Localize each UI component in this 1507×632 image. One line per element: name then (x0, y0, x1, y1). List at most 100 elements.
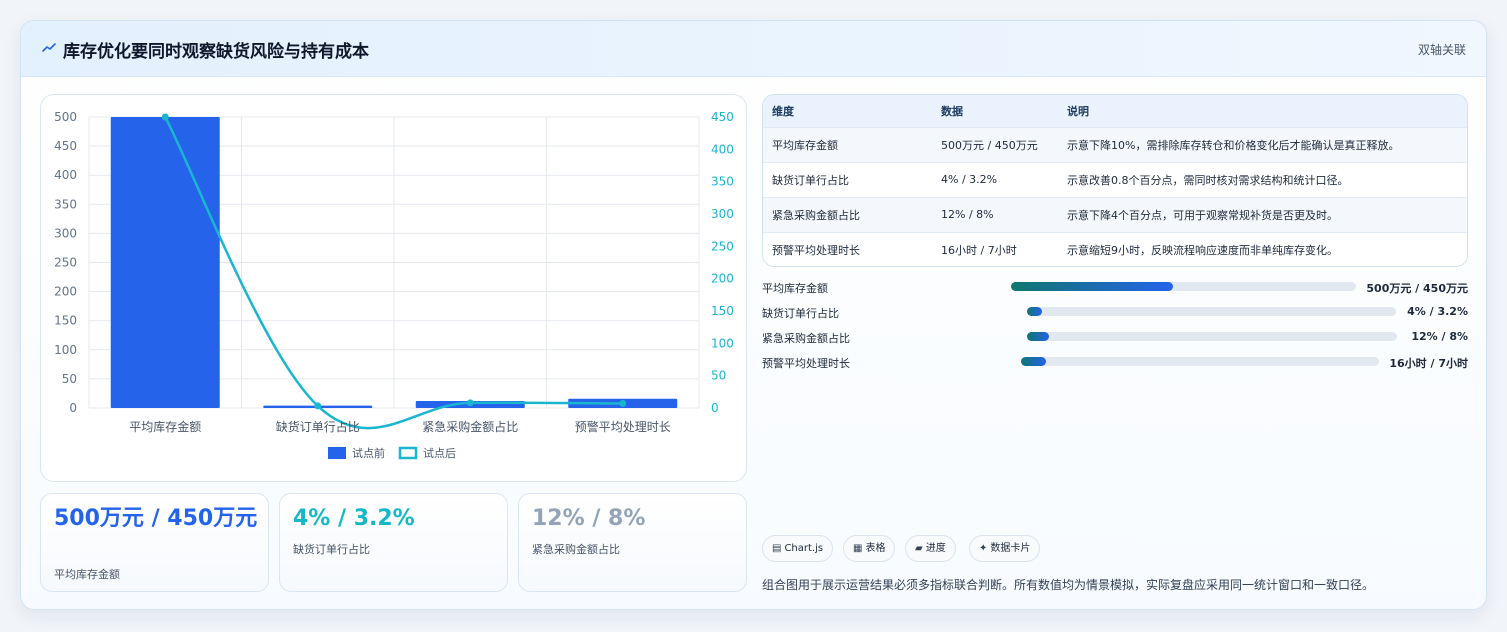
data-table: 维度 数据 说明 平均库存金额 500万元 / 450万元 示意下降10%，需排… (762, 94, 1468, 267)
table-row: 平均库存金额 500万元 / 450万元 示意下降10%，需排除库存转仓和价格变… (763, 127, 1467, 162)
line-point (466, 399, 474, 407)
table-cell: 4% / 3.2% (941, 173, 998, 186)
progress-row: 缺货订单行占比 4% / 3.2% (762, 302, 1468, 322)
table-cell: 预警平均处理时长 (772, 243, 860, 257)
progress-value: 4% / 3.2% (1407, 305, 1468, 318)
y-right-tick-label: 400 (711, 142, 734, 156)
table-cell: 示意下降10%，需排除库存转仓和价格变化后才能确认是真正释放。 (1067, 138, 1400, 152)
y-left-tick-label: 100 (54, 343, 77, 357)
table-header-dimension: 维度 (772, 104, 794, 118)
table-icon: ▦ (853, 543, 863, 554)
table-cell: 平均库存金额 (772, 138, 838, 152)
kpi-label: 缺货订单行占比 (293, 543, 370, 556)
progress-fill (1021, 357, 1047, 366)
legend-label: 试点前 (352, 446, 385, 460)
progress-track (1027, 332, 1397, 341)
kpi-card: 12% / 8% 紧急采购金额占比 (518, 493, 747, 592)
x-tick-label: 平均库存金额 (129, 419, 201, 434)
line-point (619, 399, 627, 407)
progress-value: 500万元 / 450万元 (1366, 282, 1468, 295)
progress-value: 16小时 / 7小时 (1389, 357, 1468, 370)
chip-table[interactable]: ▦ 表格 (843, 535, 896, 562)
kpi-card: 4% / 3.2% 缺货订单行占比 (279, 493, 508, 592)
y-left-tick-label: 200 (54, 285, 77, 299)
table-row: 预警平均处理时长 16小时 / 7小时 示意缩短9小时，反映流程响应速度而非单纯… (763, 232, 1467, 266)
y-left-tick-label: 250 (54, 256, 77, 270)
progress-track (1011, 282, 1356, 291)
sparkle-icon: ✦ (979, 543, 988, 554)
chip-label: 数据卡片 (990, 543, 1031, 554)
kpi-value: 500万元 / 450万元 (54, 506, 258, 531)
chip-data-cards[interactable]: ✦ 数据卡片 (969, 535, 1041, 562)
dashboard-card: 库存优化要同时观察缺货风险与持有成本 双轴关联 0 50 100 150 200 250 3… (20, 20, 1487, 610)
x-tick-label: 紧急采购金额占比 (422, 419, 518, 434)
table-header-data: 数据 (941, 104, 963, 118)
table-cell: 12% / 8% (941, 208, 994, 221)
legend-swatch-line (398, 446, 418, 460)
legend-swatch-bar (328, 447, 346, 459)
table-cell: 紧急采购金额占比 (772, 208, 860, 222)
y-right-tick-label: 150 (711, 304, 734, 318)
bar-mark (110, 117, 220, 408)
y-left-tick-label: 50 (62, 372, 77, 386)
progress-label: 平均库存金额 (762, 282, 828, 295)
y-left-tick-label: 0 (69, 401, 77, 415)
progress-track (1021, 357, 1379, 366)
y-right-tick-label: 350 (711, 175, 734, 189)
y-right-tick-label: 100 (711, 336, 734, 350)
y-right-tick-label: 250 (711, 239, 734, 253)
y-left-tick-label: 150 (54, 314, 77, 328)
table-header-row: 维度 数据 说明 (763, 95, 1467, 127)
kpi-label: 平均库存金额 (54, 568, 120, 581)
trend-icon (42, 43, 56, 52)
y-left-tick-label: 350 (54, 197, 77, 211)
y-right-tick-label: 450 (711, 110, 734, 124)
chip-chartjs[interactable]: ▤ Chart.js (762, 535, 834, 562)
progress-row: 紧急采购金额占比 12% / 8% (762, 327, 1468, 347)
y-right-tick-label: 0 (711, 401, 719, 415)
table-cell: 示意缩短9小时，反映流程响应速度而非单纯库存变化。 (1067, 243, 1338, 257)
table-row: 紧急采购金额占比 12% / 8% 示意下降4个百分点，可用于观察常规补货是否更… (763, 197, 1467, 232)
kpi-value: 12% / 8% (532, 506, 646, 531)
progress-icon: ▰ (915, 543, 923, 554)
kpi-value: 4% / 3.2% (293, 506, 415, 531)
progress-fill (1011, 282, 1174, 291)
chip-progress[interactable]: ▰ 进度 (905, 535, 956, 562)
progress-fill (1027, 332, 1050, 341)
y-right-tick-label: 50 (711, 369, 726, 383)
y-right-tick-label: 300 (711, 207, 734, 221)
chart-icon: ▤ (772, 543, 782, 554)
y-left-tick-label: 300 (54, 226, 77, 240)
progress-label: 缺货订单行占比 (762, 307, 839, 320)
table-header-note: 说明 (1067, 104, 1089, 118)
chip-label: 表格 (865, 543, 886, 554)
combo-chart-svg: 0 50 100 150 200 250 300 350 400 450 500 0 50 100 150 2… (54, 110, 734, 460)
progress-label: 紧急采购金额占比 (762, 332, 850, 345)
line-point (314, 402, 322, 410)
legend-label: 试点后 (423, 447, 456, 460)
chip-label: 进度 (925, 543, 946, 554)
table-cell: 缺货订单行占比 (772, 173, 849, 187)
y-left-tick-label: 500 (54, 110, 77, 124)
combo-chart: 0 50 100 150 200 250 300 350 400 450 500 0 50 100 150 2… (40, 94, 747, 482)
progress-value: 12% / 8% (1411, 330, 1468, 343)
progress-track (1027, 307, 1396, 316)
table-cell: 示意下降4个百分点，可用于观察常规补货是否更及时。 (1067, 208, 1338, 222)
x-tick-label: 缺货订单行占比 (276, 419, 360, 434)
table-cell: 16小时 / 7小时 (941, 243, 1017, 257)
chip-label: Chart.js (784, 543, 824, 554)
progress-row: 预警平均处理时长 16小时 / 7小时 (762, 352, 1468, 372)
line-point (161, 113, 169, 121)
table-cell: 示意改善0.8个百分点，需同时核对需求结构和统计口径。 (1067, 173, 1349, 187)
table-cell: 500万元 / 450万元 (941, 138, 1038, 152)
kpi-label: 紧急采购金额占比 (532, 543, 620, 556)
y-left-tick-label: 400 (54, 168, 77, 182)
footnote: 组合图用于展示运营结果必须多指标联合判断。所有数值均为情景模拟，实际复盘应采用同… (762, 578, 1375, 592)
dual-axis-tag: 双轴关联 (1417, 43, 1466, 57)
progress-row: 平均库存金额 500万元 / 450万元 (762, 277, 1468, 297)
card-header: 库存优化要同时观察缺货风险与持有成本 双轴关联 (21, 21, 1486, 77)
y-left-tick-label: 450 (54, 139, 77, 153)
table-row: 缺货订单行占比 4% / 3.2% 示意改善0.8个百分点，需同时核对需求结构和… (763, 162, 1467, 197)
page-title: 库存优化要同时观察缺货风险与持有成本 (63, 42, 369, 62)
y-right-tick-label: 200 (711, 272, 734, 286)
